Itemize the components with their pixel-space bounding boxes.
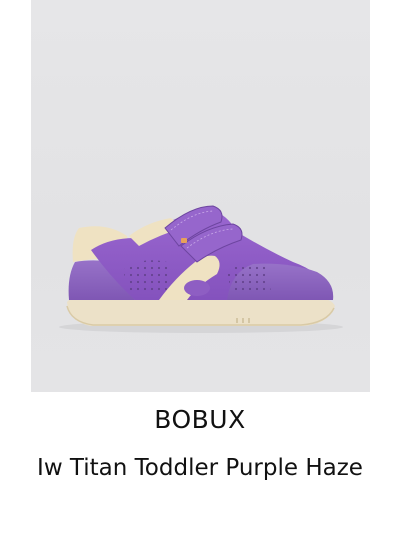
product-image[interactable] [31,0,370,392]
product-card[interactable]: BOBUX Iw Titan Toddler Purple Haze [0,0,400,540]
product-name[interactable]: Iw Titan Toddler Purple Haze [0,452,400,484]
shoe-image [59,205,343,333]
product-brand: BOBUX [154,405,246,434]
